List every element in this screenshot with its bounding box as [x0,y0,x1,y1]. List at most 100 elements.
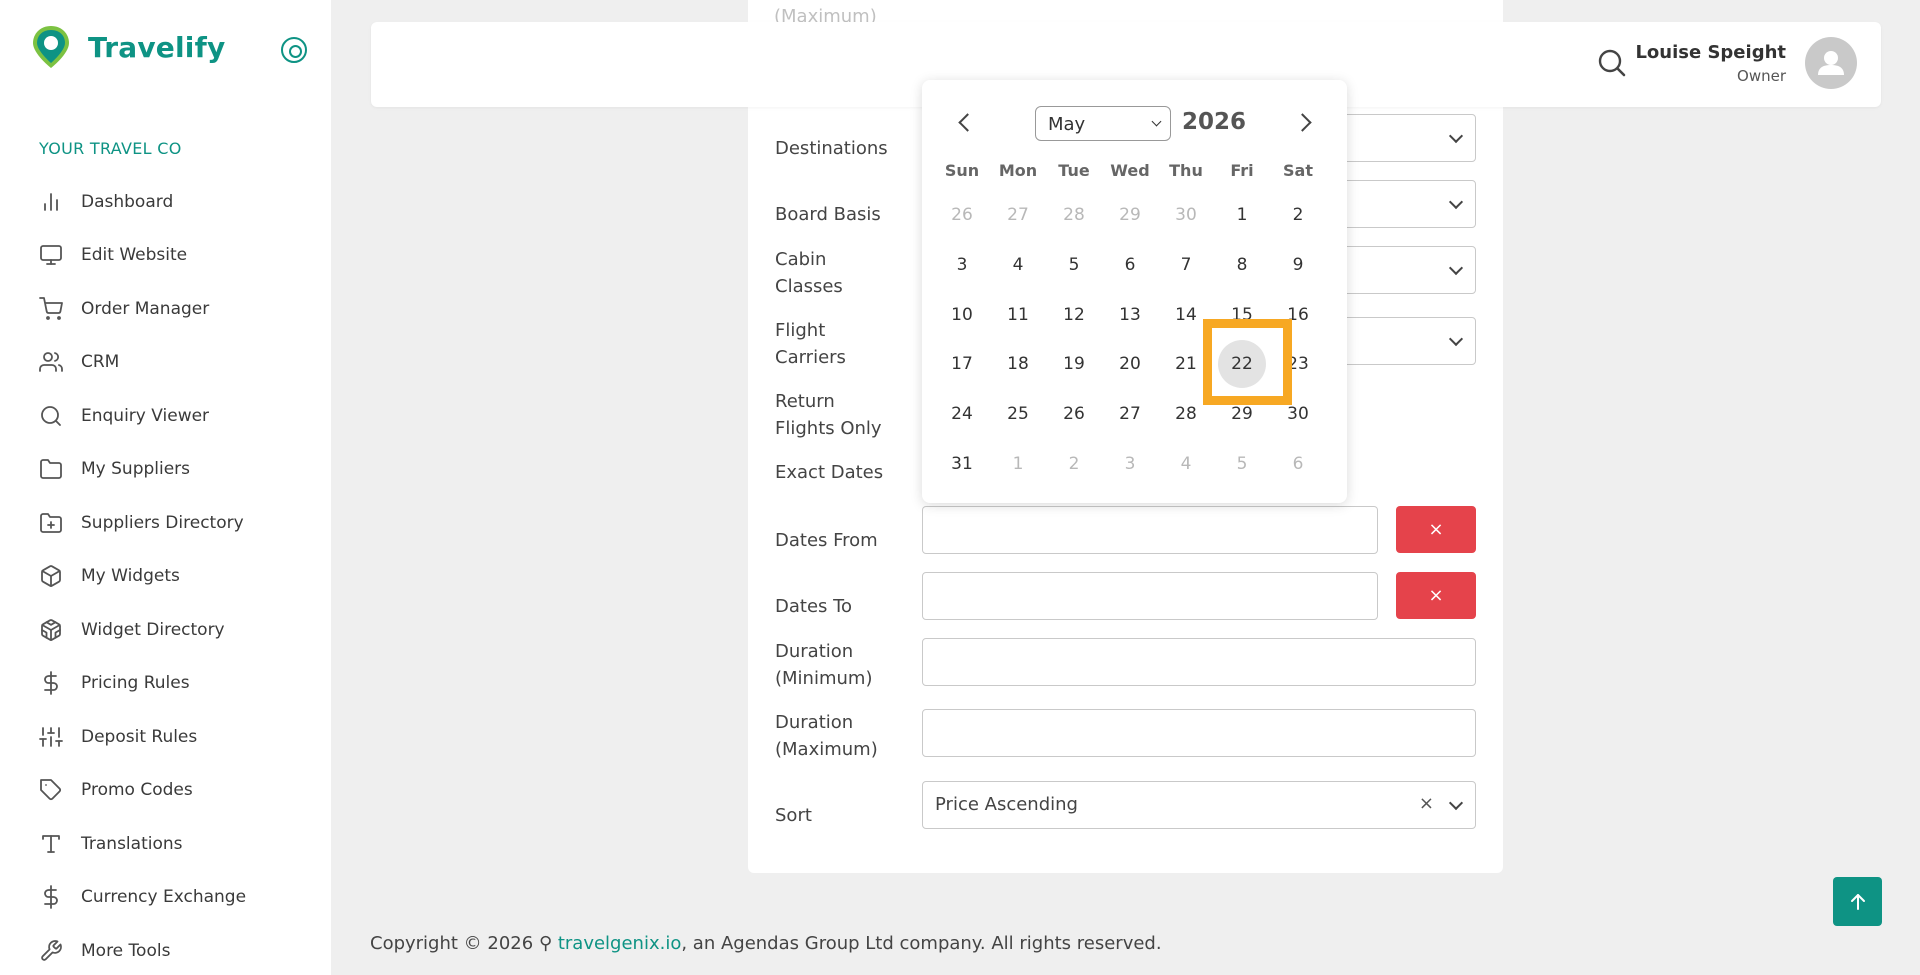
search-icon[interactable] [1597,48,1627,78]
folder-plus-icon [38,510,64,536]
weekday-header: Sat [1283,161,1313,180]
calendar-day[interactable]: 14 [1162,291,1210,339]
sidebar-item-label: CRM [81,352,120,373]
dates-from-input[interactable] [922,506,1378,554]
brand[interactable]: Travelify [30,24,225,70]
dates-from-clear-button[interactable]: × [1396,506,1476,553]
footer-prefix: Copyright © 2026 [370,933,539,954]
sidebar-item-currency-exchange[interactable]: Currency Exchange [0,871,331,925]
date-picker-popup: May 2026 Sun Mon Tue Wed Thu Fri Sat 26 27 28 29 30… [922,80,1347,503]
sidebar-item-enquiry-viewer[interactable]: Enquiry Viewer [0,389,331,443]
sidebar-item-label: More Tools [81,940,171,961]
calendar-day[interactable]: 29 [1218,390,1266,438]
calendar-day[interactable]: 12 [1050,291,1098,339]
calendar-day[interactable]: 13 [1106,291,1154,339]
user-name[interactable]: Louise Speight [1635,42,1786,63]
sidebar: Travelify YOUR TRAVEL CO Dashboard Edit … [0,0,331,975]
sidebar-item-more-tools[interactable]: More Tools [0,924,331,975]
calendar-day[interactable]: 28 [1050,191,1098,239]
sidebar-item-label: My Suppliers [81,459,191,480]
weekday-header: Thu [1169,161,1203,180]
calendar-day[interactable]: 4 [1162,440,1210,488]
sidebar-item-my-suppliers[interactable]: My Suppliers [0,443,331,497]
sidebar-toggle-icon[interactable] [281,37,307,63]
cabin-classes-label: Cabin Classes [775,249,843,297]
calendar-day[interactable]: 27 [994,191,1042,239]
calendar-day[interactable]: 2 [1274,191,1322,239]
calendar-day[interactable]: 4 [994,241,1042,289]
calendar-day[interactable]: 3 [938,241,986,289]
folder-icon [38,456,64,482]
calendar-day[interactable]: 11 [994,291,1042,339]
arrow-up-icon [1850,893,1865,910]
calendar-day[interactable]: 2 [1050,440,1098,488]
dollar-icon [38,670,64,696]
calendar-day[interactable]: 26 [938,191,986,239]
calendar-day[interactable]: 10 [938,291,986,339]
previous-month-button[interactable] [955,112,975,132]
users-icon [38,349,64,375]
sidebar-item-translations[interactable]: Translations [0,817,331,871]
sidebar-item-crm[interactable]: CRM [0,336,331,390]
footer-link[interactable]: travelgenix.io [558,933,682,954]
calendar-day[interactable]: 16 [1274,291,1322,339]
calendar-day[interactable]: 24 [938,390,986,438]
calendar-day[interactable]: 25 [994,390,1042,438]
board-basis-label: Board Basis [775,204,881,225]
sort-select[interactable]: Price Ascending × [922,781,1476,829]
calendar-day[interactable]: 6 [1274,440,1322,488]
sidebar-item-pricing-rules[interactable]: Pricing Rules [0,657,331,711]
calendar-day[interactable]: 3 [1106,440,1154,488]
calendar-day[interactable]: 19 [1050,340,1098,388]
sidebar-item-order-manager[interactable]: Order Manager [0,282,331,336]
duration-min-input[interactable] [922,638,1476,686]
calendar-day[interactable]: 18 [994,340,1042,388]
clear-icon[interactable]: × [1419,793,1434,814]
search-icon [38,403,64,429]
calendar-day[interactable]: 15 [1218,291,1266,339]
calendar-day[interactable]: 6 [1106,241,1154,289]
month-select-value: May [1048,114,1086,135]
user-role: Owner [1737,67,1786,85]
duration-max-input[interactable] [922,709,1476,757]
calendar-day[interactable]: 5 [1218,440,1266,488]
calendar-day[interactable]: 8 [1218,241,1266,289]
calendar-day[interactable]: 29 [1106,191,1154,239]
calendar-day[interactable]: 17 [938,340,986,388]
sliders-icon [38,724,64,750]
weekday-header: Wed [1110,161,1150,180]
calendar-day[interactable]: 21 [1162,340,1210,388]
sidebar-item-widget-directory[interactable]: Widget Directory [0,603,331,657]
sidebar-item-label: Suppliers Directory [81,512,244,533]
calendar-day[interactable]: 23 [1274,340,1322,388]
calendar-day[interactable]: 30 [1162,191,1210,239]
avatar[interactable] [1805,37,1857,89]
month-select[interactable]: May [1035,106,1171,141]
dates-to-input[interactable] [922,572,1378,620]
calendar-day[interactable]: 27 [1106,390,1154,438]
scroll-to-top-button[interactable] [1833,877,1882,926]
sidebar-item-my-widgets[interactable]: My Widgets [0,550,331,604]
calendar-day-selected[interactable]: 22 [1218,340,1266,388]
calendar-day[interactable]: 30 [1274,390,1322,438]
calendar-day[interactable]: 7 [1162,241,1210,289]
sidebar-item-edit-website[interactable]: Edit Website [0,229,331,283]
chevron-down-icon[interactable] [1448,795,1464,811]
sidebar-item-label: Deposit Rules [81,726,198,747]
dates-to-clear-button[interactable]: × [1396,572,1476,619]
sidebar-item-promo-codes[interactable]: Promo Codes [0,764,331,818]
calendar-day[interactable]: 1 [1218,191,1266,239]
calendar-day[interactable]: 9 [1274,241,1322,289]
tag-icon [38,777,64,803]
calendar-day[interactable]: 28 [1162,390,1210,438]
calendar-day[interactable]: 5 [1050,241,1098,289]
calendar-day[interactable]: 1 [994,440,1042,488]
sidebar-item-dashboard[interactable]: Dashboard [0,175,331,229]
dates-to-label: Dates To [775,596,853,617]
sidebar-item-suppliers-directory[interactable]: Suppliers Directory [0,496,331,550]
calendar-day[interactable]: 26 [1050,390,1098,438]
calendar-day[interactable]: 20 [1106,340,1154,388]
calendar-day[interactable]: 31 [938,440,986,488]
sidebar-item-deposit-rules[interactable]: Deposit Rules [0,710,331,764]
next-month-button[interactable] [1294,112,1314,132]
